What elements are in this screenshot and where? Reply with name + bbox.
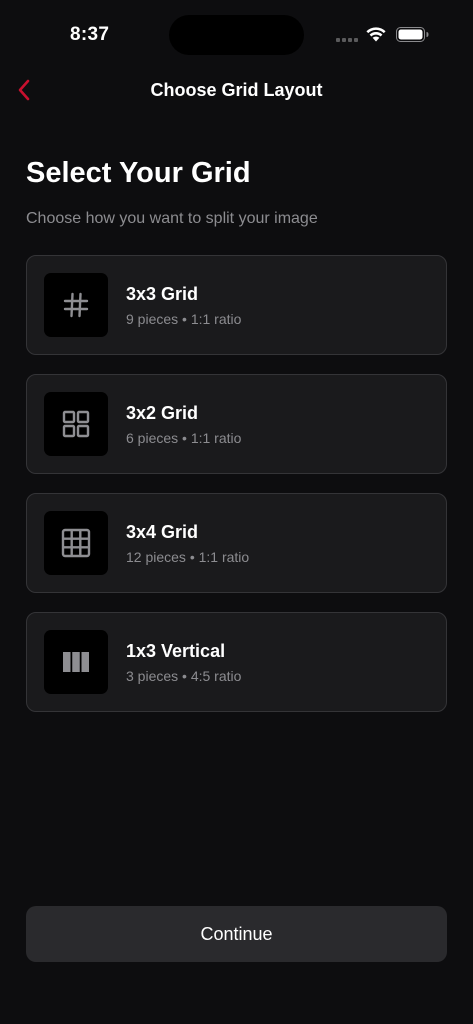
option-icon-container [44,273,108,337]
option-title: 3x4 Grid [126,522,199,542]
option-icon-container [44,511,108,575]
option-icon-container [44,630,108,694]
option-meta: 6 pieces • 1:1 ratio [126,430,242,446]
hash-grid-icon [63,292,89,318]
option-title: 1x3 Vertical [126,641,226,661]
status-bar: 8:37 [0,0,473,60]
wifi-icon [366,27,386,42]
nav-title: Choose Grid Layout [150,80,323,100]
cellular-signal-icon [336,38,358,42]
option-meta: 9 pieces • 1:1 ratio [126,311,242,327]
grid-options-list: 3x3 Grid 9 pieces • 1:1 ratio 3x2 Grid 6… [26,255,447,731]
dynamic-island [169,15,304,55]
page-subtitle: Choose how you want to split your image [26,210,318,227]
page-heading: Select Your Grid [26,157,251,189]
option-title: 3x3 Grid [126,284,199,304]
battery-icon [396,27,429,42]
status-time: 8:37 [70,24,110,45]
grid-option-3x2[interactable]: 3x2 Grid 6 pieces • 1:1 ratio [26,374,447,474]
option-title: 3x2 Grid [126,403,199,423]
option-meta: 12 pieces • 1:1 ratio [126,549,250,565]
option-icon-container [44,392,108,456]
grid-option-1x3-vertical[interactable]: 1x3 Vertical 3 pieces • 4:5 ratio [26,612,447,712]
table-grid-icon [61,528,91,558]
grid-option-3x3[interactable]: 3x3 Grid 9 pieces • 1:1 ratio [26,255,447,355]
continue-button[interactable]: Continue [26,906,447,962]
four-squares-grid-icon [62,410,90,438]
option-meta: 3 pieces • 4:5 ratio [126,668,242,684]
vertical-columns-icon [63,652,89,672]
navigation-bar: Choose Grid Layout [0,70,473,110]
grid-option-3x4[interactable]: 3x4 Grid 12 pieces • 1:1 ratio [26,493,447,593]
